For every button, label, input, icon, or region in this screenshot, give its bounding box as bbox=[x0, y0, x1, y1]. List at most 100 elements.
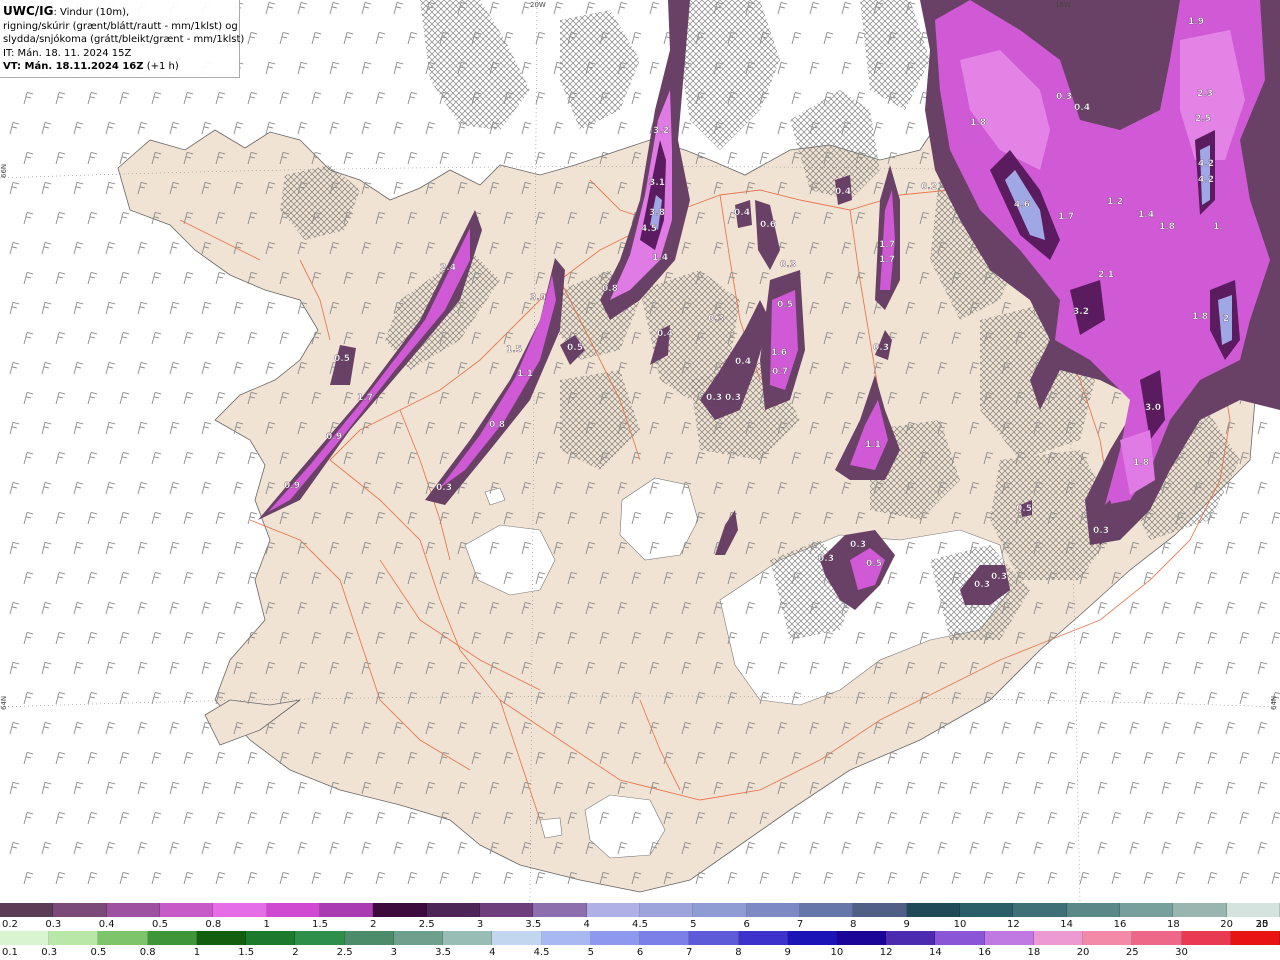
legend-swatch bbox=[738, 931, 788, 945]
legend-swatch bbox=[159, 903, 214, 917]
precip-value-label: 1.9 bbox=[1188, 17, 1204, 27]
rain-legend-labels: 0.1 0.3 0.5 0.8 1 1.5 2 2.5 3 3.5 4 4.5 5 6 7 8 9 10 12 14 1… bbox=[0, 945, 1280, 959]
precip-value-label: 1.4 bbox=[652, 253, 668, 263]
precip-value-label: 4.5 bbox=[641, 224, 657, 234]
legend-label: 9 bbox=[903, 919, 910, 930]
legend-swatch bbox=[1132, 931, 1182, 945]
legend-swatch bbox=[213, 903, 267, 917]
legend-label: 16 bbox=[978, 947, 991, 958]
legend-label: 25 bbox=[1125, 947, 1139, 958]
legend-label: 2.5 bbox=[336, 947, 353, 958]
precip-value-label: 1.7 bbox=[879, 240, 895, 250]
forecast-map[interactable]: 3.2 3.1 3.8 4.5 1.4 0.8 2.4 3.0 1.5 1.1 0.5 0.5 1.7 0… bbox=[0, 0, 1280, 902]
precip-value-label: 0.9 bbox=[284, 481, 300, 491]
legend-label: 0.8 bbox=[205, 919, 222, 930]
legend-label: 0.5 bbox=[152, 919, 168, 930]
precip-value-label: 0.3 bbox=[436, 483, 452, 493]
valid-time: VT: Mán. 18.11.2024 16Z bbox=[3, 61, 144, 72]
legend-swatch bbox=[799, 903, 854, 917]
precip-value-label: 0.5 bbox=[777, 300, 793, 310]
precip-value-label: 0.6 bbox=[760, 220, 776, 230]
title-line-1: UWC/IG: Vindur (10m), bbox=[3, 4, 236, 20]
precip-value-label: 3.0 bbox=[530, 293, 546, 303]
legend-label: 20 bbox=[1076, 947, 1090, 958]
legend-swatch bbox=[886, 931, 936, 945]
precip-value-label: 0.3 bbox=[991, 572, 1007, 582]
snow-color-legend: 0.2 0.3 0.4 0.5 0.8 1 1.5 2 2.5 3 3.5 4 4.5 5 6 7 8 9 10 12… bbox=[0, 903, 1280, 931]
legend-swatch bbox=[1033, 931, 1084, 945]
legend-swatch bbox=[426, 903, 480, 917]
precip-value-label: 0.3 bbox=[725, 393, 741, 403]
legend-swatch bbox=[443, 931, 493, 945]
legend-swatch bbox=[0, 903, 54, 917]
legend-label: 1.5 bbox=[238, 947, 255, 958]
precip-value-label: 1.6 bbox=[771, 348, 787, 358]
rain-legend-bar bbox=[0, 931, 1280, 945]
legend-swatch bbox=[787, 931, 837, 945]
legend-label: 4.5 bbox=[533, 947, 550, 958]
precip-value-label: 3.0 bbox=[1145, 403, 1161, 413]
precip-value-label: 0.4 bbox=[835, 187, 851, 197]
legend-label: 3 bbox=[476, 919, 484, 930]
legend-swatch bbox=[935, 931, 985, 945]
legend-swatch bbox=[586, 903, 640, 917]
lead-time: (+1 h) bbox=[143, 61, 179, 72]
precip-value-label: 3.2 bbox=[1073, 307, 1089, 317]
legend-label: 0.3 bbox=[41, 947, 58, 958]
legend-label: 0.5 bbox=[90, 947, 107, 958]
precip-value-label: 1.8 bbox=[1192, 312, 1208, 322]
map-info-box: UWC/IG: Vindur (10m), rigning/skúrir (gr… bbox=[0, 0, 244, 78]
legend-swatch bbox=[836, 931, 887, 945]
legend-label: 6 bbox=[743, 919, 750, 930]
precip-value-label: 1.1 bbox=[865, 440, 881, 450]
legend-label: 4 bbox=[583, 919, 590, 930]
legend-swatch bbox=[1181, 931, 1231, 945]
legend-label: 7 bbox=[686, 947, 693, 958]
precip-value-label: 0.4 bbox=[734, 208, 750, 218]
precip-value-label: 0.8 bbox=[602, 284, 618, 294]
legend-swatch bbox=[295, 931, 345, 945]
precip-value-label: 0.3 bbox=[974, 580, 990, 590]
legend-label: 5 bbox=[587, 947, 594, 958]
legend-swatch bbox=[393, 931, 444, 945]
precip-value-label: 0.3 bbox=[708, 314, 724, 324]
precip-value-label: 0.4 bbox=[1074, 103, 1090, 113]
legend-label: 3 bbox=[390, 947, 398, 958]
legend-swatch bbox=[1230, 931, 1280, 945]
precip-value-label: 0.3 bbox=[780, 260, 796, 270]
precip-value-label: 2.3 bbox=[1197, 89, 1213, 99]
legend-label: 0.2 bbox=[2, 919, 18, 930]
precip-value-label: 0.5 bbox=[334, 354, 350, 364]
legend-label: 9 bbox=[784, 947, 791, 958]
legend-label: 4.5 bbox=[632, 919, 648, 930]
legend-label: 2.5 bbox=[418, 919, 435, 930]
precip-value-label: 2 bbox=[1223, 314, 1229, 324]
legend-swatch bbox=[590, 931, 641, 945]
lon-label-20w: 20W bbox=[530, 1, 546, 9]
precip-value-label: 0.3 bbox=[818, 554, 834, 564]
lat-label-64n-right: 64N bbox=[1270, 696, 1278, 710]
precip-value-label: 1.8 bbox=[970, 118, 986, 128]
legend-swatch bbox=[246, 931, 296, 945]
precip-value-label: 0.4 bbox=[657, 329, 673, 339]
precip-value-label: 0.5 bbox=[866, 559, 882, 569]
precip-value-label: 4.6 bbox=[1014, 200, 1030, 210]
legend-label: 18 bbox=[1166, 919, 1180, 930]
legend-label: 2 bbox=[370, 919, 377, 930]
legend-label: 1.5 bbox=[312, 919, 328, 930]
legend-label: 12 bbox=[1006, 919, 1020, 930]
legend-label: 14 bbox=[1060, 919, 1074, 930]
legend-label: 3.5 bbox=[435, 947, 452, 958]
legend-label: 7 bbox=[796, 919, 804, 930]
rain-color-legend: 0.1 0.3 0.5 0.8 1 1.5 2 2.5 3 3.5 4 4.5 5 6 7 8 9 10 12 14 1… bbox=[0, 931, 1280, 959]
precip-value-label: 1.5 bbox=[506, 345, 522, 355]
legend-swatch bbox=[319, 903, 374, 917]
legend-swatch bbox=[98, 931, 148, 945]
legend-label: 8 bbox=[850, 919, 857, 930]
legend-swatch bbox=[533, 903, 587, 917]
precip-value-label: 0.4 bbox=[735, 357, 751, 367]
legend-label: 1 bbox=[263, 919, 270, 930]
legend-label: 18 bbox=[1027, 947, 1041, 958]
legend-swatch bbox=[49, 931, 99, 945]
precip-value-label: 1.2 bbox=[1107, 197, 1123, 207]
